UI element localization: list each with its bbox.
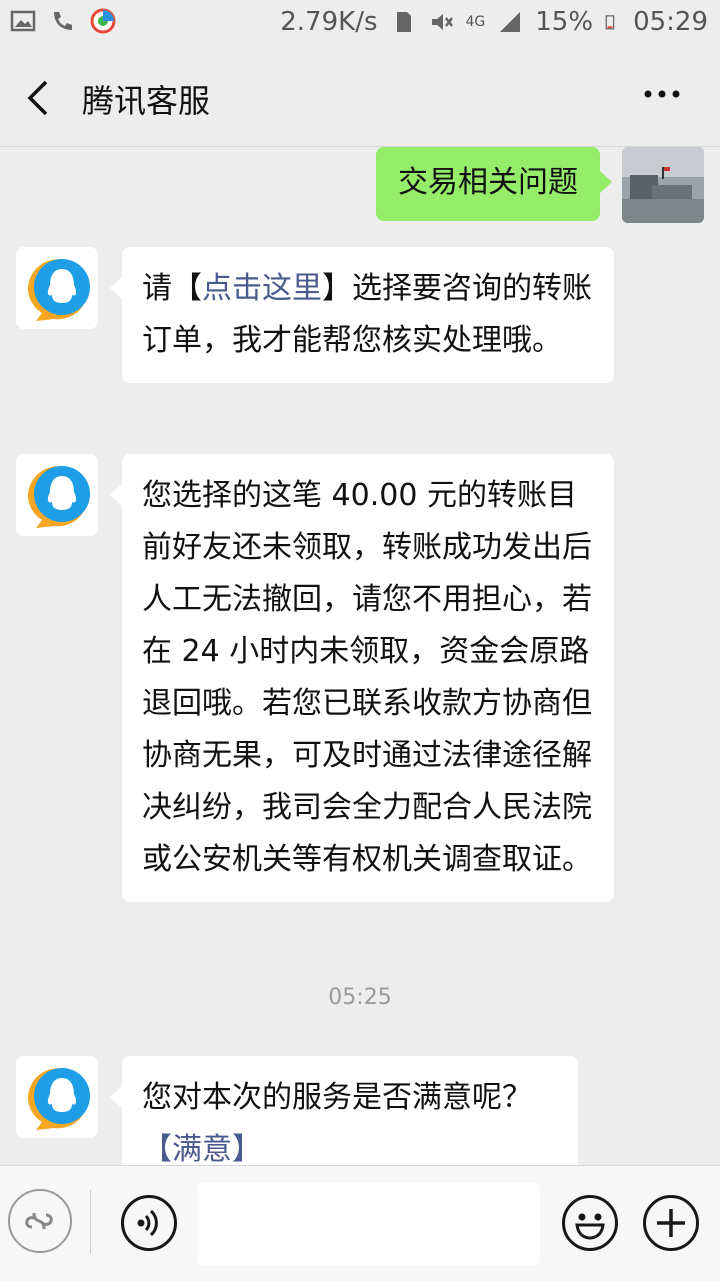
image-icon [10,10,36,32]
qq-service-icon [27,1068,90,1130]
qq-service-icon [27,259,90,321]
chat-title: 腾讯客服 [82,82,211,120]
self-message: 交易相关问题 [376,147,612,221]
plus-icon [657,1209,685,1237]
message-text: 请【 [142,271,202,306]
signal-icon [500,12,521,32]
satisfied-link[interactable]: 【满意】 [142,1124,558,1165]
chevron-left-icon[interactable] [22,78,58,118]
chat-header: 腾讯客服 [0,48,720,147]
message-list[interactable]: 交易相关问题 请【点击这里】选择要咨询的转账订单，我才能帮您核实处理哦。 您选择… [0,147,720,1165]
plus-button[interactable] [643,1195,699,1251]
bot-bubble: 请【点击这里】选择要咨询的转账订单，我才能帮您核实处理哦。 [110,247,614,383]
network-speed: 2.79K/s [280,7,378,37]
status-bar: 2.79K/s 4G 15% 05:29 [0,0,720,48]
bot-avatar[interactable] [16,1056,98,1138]
message-text: 您选择的这笔 40.00 元的转账目前好友还未领取，转账成功发出后人工无法撤回，… [142,478,592,877]
message-text: 您对本次的服务是否满意呢？ [142,1080,532,1115]
emoji-icon [575,1213,605,1240]
sim-icon [396,12,411,32]
chat-timestamp: 05:25 [328,985,392,1010]
clock: 05:29 [633,7,708,37]
bot-avatar[interactable] [16,454,98,536]
call-icon [54,12,72,30]
battery-level: 15% [535,7,594,37]
click-here-link[interactable]: 点击这里 [202,271,322,306]
mute-icon [431,14,453,30]
self-avatar[interactable] [622,147,704,223]
app-icon [90,8,116,34]
voice-button[interactable] [121,1195,177,1251]
bot-avatar[interactable] [16,247,98,329]
network-type: 4G [465,14,486,30]
avatar-photo [622,147,704,223]
message-input[interactable] [198,1183,540,1265]
bot-bubble: 您选择的这笔 40.00 元的转账目前好友还未领取，转账成功发出后人工无法撤回，… [110,454,614,902]
emoji-button[interactable] [562,1195,618,1251]
voice-icon [137,1209,158,1237]
input-bar [0,1165,720,1281]
more-dots-icon[interactable] [642,86,682,102]
divider [90,1190,91,1254]
mini-program-button[interactable] [8,1189,72,1253]
mini-program-icon [25,1212,53,1230]
bot-bubble: 您对本次的服务是否满意呢？ 【满意】 [110,1056,578,1165]
self-bubble[interactable]: 交易相关问题 [376,147,612,221]
qq-service-icon [27,466,90,528]
battery-icon [605,15,615,30]
